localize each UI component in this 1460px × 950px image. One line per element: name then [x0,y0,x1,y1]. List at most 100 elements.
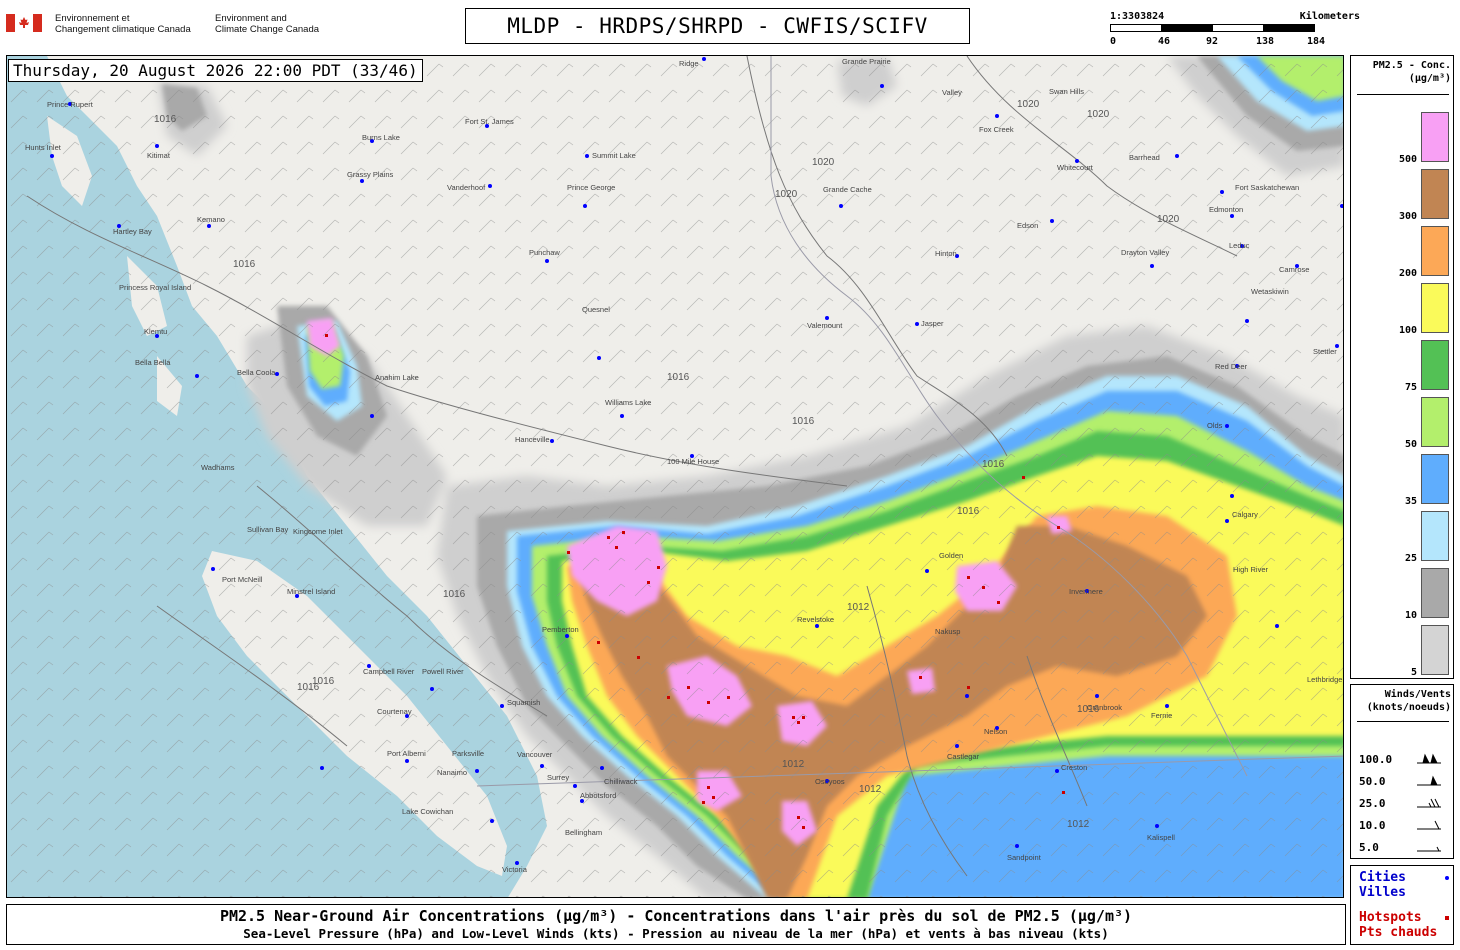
scale-bar: 1:3303824 Kilometers 0 46 92 138 184 [1110,10,1360,50]
city-label: Whitecourt [1057,163,1093,172]
scale-tick: 184 [1307,36,1326,47]
city-label: Pemberton [542,625,579,634]
isobar-label: 1012 [782,759,805,770]
wind-legend-title: Winds/Vents (knots/noeuds) [1351,688,1451,714]
legend-swatch-label: 35 [1404,496,1417,507]
city-label: Castlegar [947,752,980,761]
city-label: Calgary [1232,510,1258,519]
pts-chauds-label: Pts chauds [1359,925,1438,940]
symbol-legend: Cities Villes Hotspots Pts chauds [1350,865,1454,945]
city-label: Bella Bella [135,358,171,367]
city-label: Valemount [807,321,843,330]
wind-row: 10.0 [1359,819,1449,832]
isobar-label: 1020 [775,189,798,200]
isobar-label: 1012 [847,602,870,613]
legend-swatch [1421,340,1449,390]
legend-swatch [1421,397,1449,447]
city-label: Hunts Inlet [25,143,61,152]
scale-segment-3 [1212,24,1264,32]
city-label: Grande Cache [823,185,872,194]
scale-tick: 0 [1110,36,1117,47]
city-label: Jasper [921,319,944,328]
city-label: Ridge [679,59,699,68]
legend-swatch [1421,454,1449,504]
city-label: Lake Cowichan [402,807,454,816]
city-label: Klemtu [144,327,168,336]
villes-label: Villes [1359,885,1406,900]
isobar-label: 1016 [312,676,335,687]
legend-swatch-label: 200 [1398,268,1417,279]
wind-speed-label: 10.0 [1359,819,1386,832]
city-label: Victoria [502,865,527,874]
city-label: Summit Lake [592,151,636,160]
page-title: MLDP - HRDPS/SHRPD - CWFIS/SCIFV [465,8,970,44]
wind-legend: Winds/Vents (knots/noeuds) 100.0 50.0 25… [1350,684,1454,859]
city-label: Creston [1061,763,1088,772]
city-label: Grassy Plains [347,170,394,179]
legend-swatch-label: 500 [1398,154,1417,165]
city-label: Grande Prairie [842,57,891,66]
city-label: Revelstoke [797,615,835,624]
wind-barb-icon [1417,775,1441,786]
city-label: Williams Lake [605,398,652,407]
isobar-label: 1020 [1017,99,1040,110]
legend-divider [1357,94,1449,95]
wind-speed-label: 5.0 [1359,841,1379,854]
city-label: Red Deer [1215,362,1248,371]
isobar-label: 1020 [1157,214,1180,225]
isobar-label: 1016 [792,416,815,427]
city-label: Edson [1017,221,1039,230]
city-label: Sullivan Bay [247,525,289,534]
city-label: Bellingham [565,828,603,837]
wind-row: 100.0 [1359,753,1449,766]
city-label: Kemano [197,215,225,224]
wind-speed-label: 25.0 [1359,797,1386,810]
legend-swatch-label: 75 [1404,382,1417,393]
city-dot-icon [1445,876,1449,880]
hotspots-label: Hotspots [1359,910,1422,925]
isobar-label: 1012 [859,784,882,795]
wind-barb-icon [1417,820,1441,830]
city-label: Lethbridge [1307,675,1343,684]
city-label: Drayton Valley [1121,248,1170,257]
wind-title-line2: (knots/noeuds) [1366,702,1451,713]
caption-line1: PM2.5 Near-Ground Air Concentrations (µg… [219,907,1133,925]
city-label: Parksville [452,749,485,758]
wind-row: 5.0 [1359,841,1449,854]
wind-barbs [7,56,1343,897]
city-label: Stettler [1313,347,1337,356]
dept-fr-line2: Changement climatique Canada [55,24,191,35]
wind-title-line1: Winds/Vents [1384,689,1451,700]
isobar-label: 1020 [1087,109,1110,120]
caption-line2: Sea-Level Pressure (hPa) and Low-Level W… [243,926,1109,941]
city-label: Kitimat [147,151,170,160]
city-label: Barrhead [1129,153,1160,162]
dept-name-fr: Environnement et Changement climatique C… [55,13,191,35]
city-label: Courtenay [377,707,412,716]
map-canvas[interactable]: Prince Rupert Hunts Inlet Kitimat Hartle… [6,55,1344,898]
legend-swatch [1421,568,1449,618]
city-label: Wetaskiwin [1251,287,1289,296]
isobar-label: 1016 [982,459,1005,470]
city-label: Hinton [935,249,957,258]
wind-row: 25.0 [1359,797,1449,810]
isobar-label: 1016 [1077,704,1100,715]
hotspot-square-icon [1445,916,1449,920]
city-label: Nakusp [935,627,961,636]
city-label: Vancouver [517,750,553,759]
isobar-label: 1016 [443,589,466,600]
map-caption: PM2.5 Near-Ground Air Concentrations (µg… [6,904,1346,945]
legend-swatch [1421,511,1449,561]
city-label: Princess Royal Island [119,283,192,292]
city-label: Osoyoos [815,777,845,786]
city-label: Fox Creek [979,125,1014,134]
wind-barb-icon [1417,753,1441,764]
city-label: Hartley Bay [113,227,152,236]
scale-segment-1 [1110,24,1162,32]
scale-segment-4 [1263,24,1315,32]
city-label: Swan Hills [1049,87,1085,96]
government-logo: Environnement et Changement climatique C… [6,10,346,40]
city-label: Punchaw [529,248,560,257]
scale-tick: 138 [1256,36,1275,47]
legend-swatch [1421,169,1449,219]
